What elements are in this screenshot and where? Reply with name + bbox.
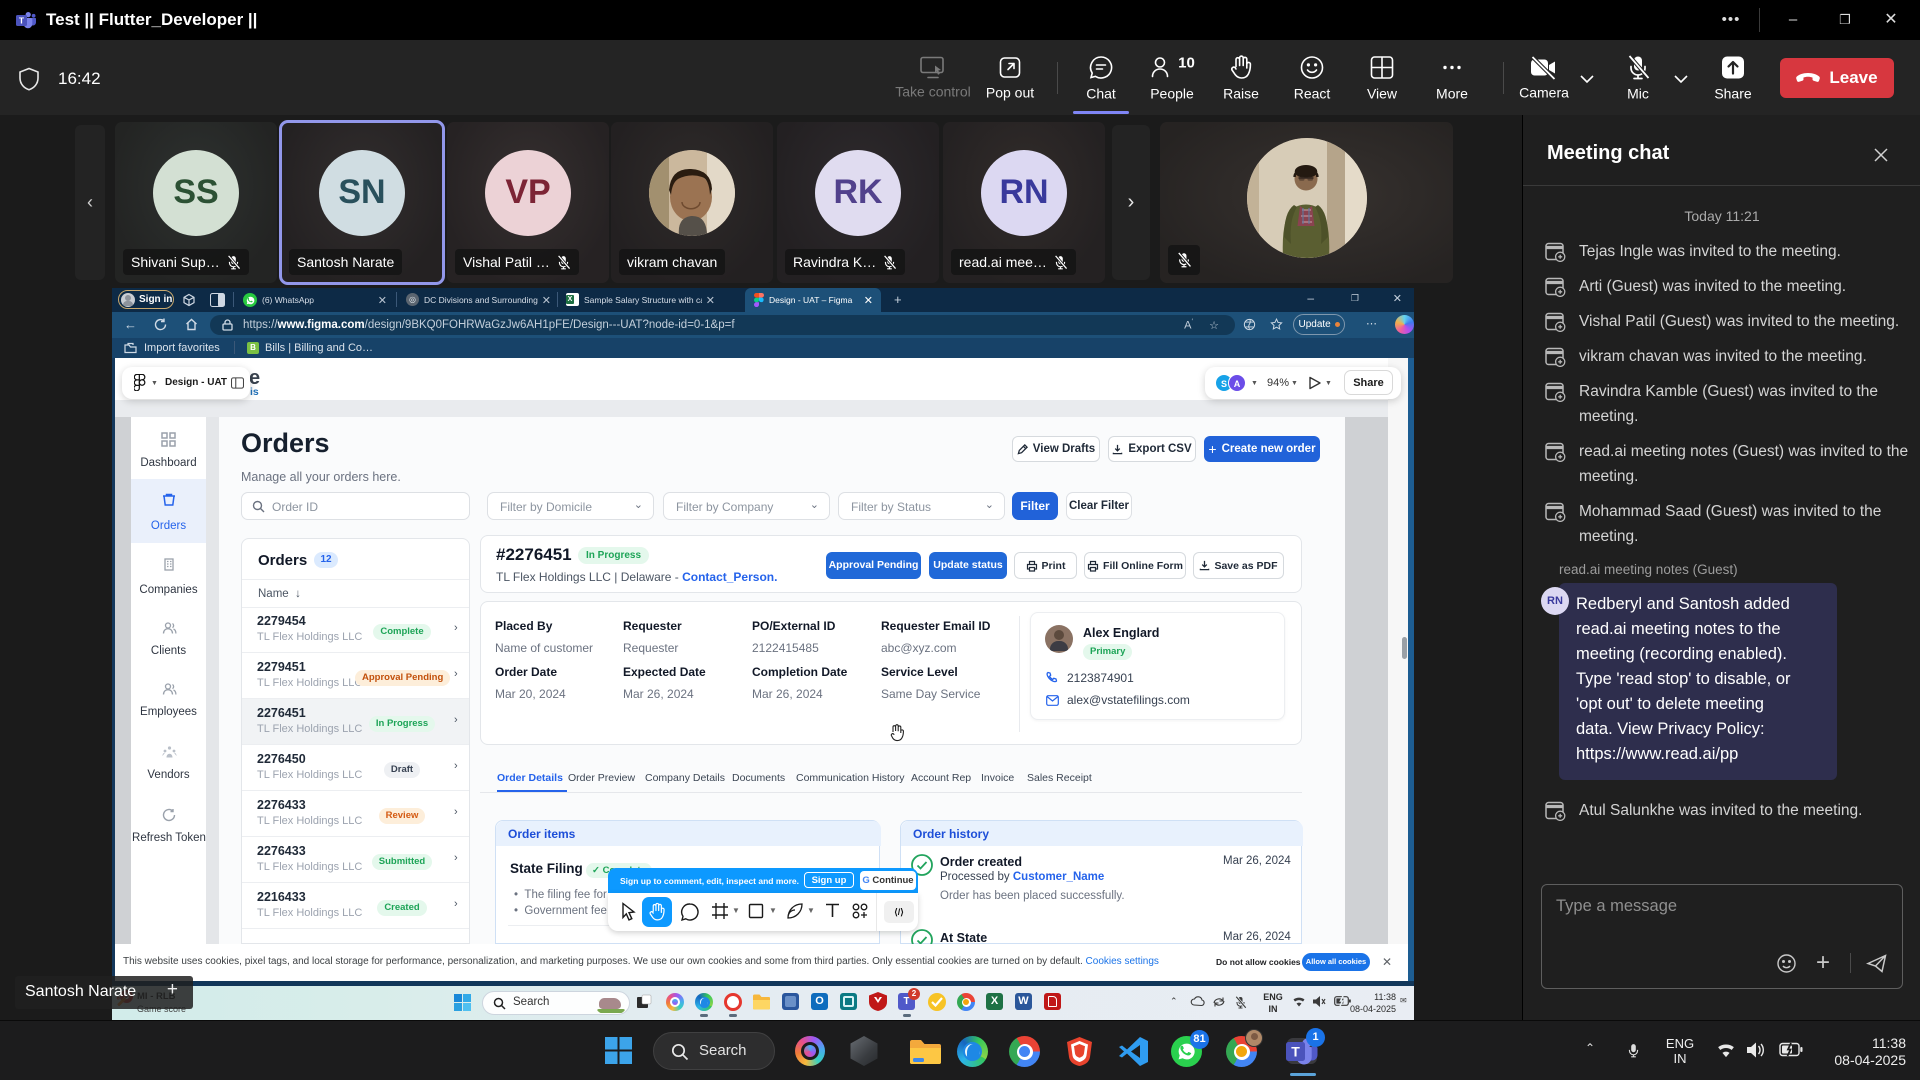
svg-text:T: T [19, 16, 25, 26]
svg-text:T: T [1291, 1044, 1300, 1060]
